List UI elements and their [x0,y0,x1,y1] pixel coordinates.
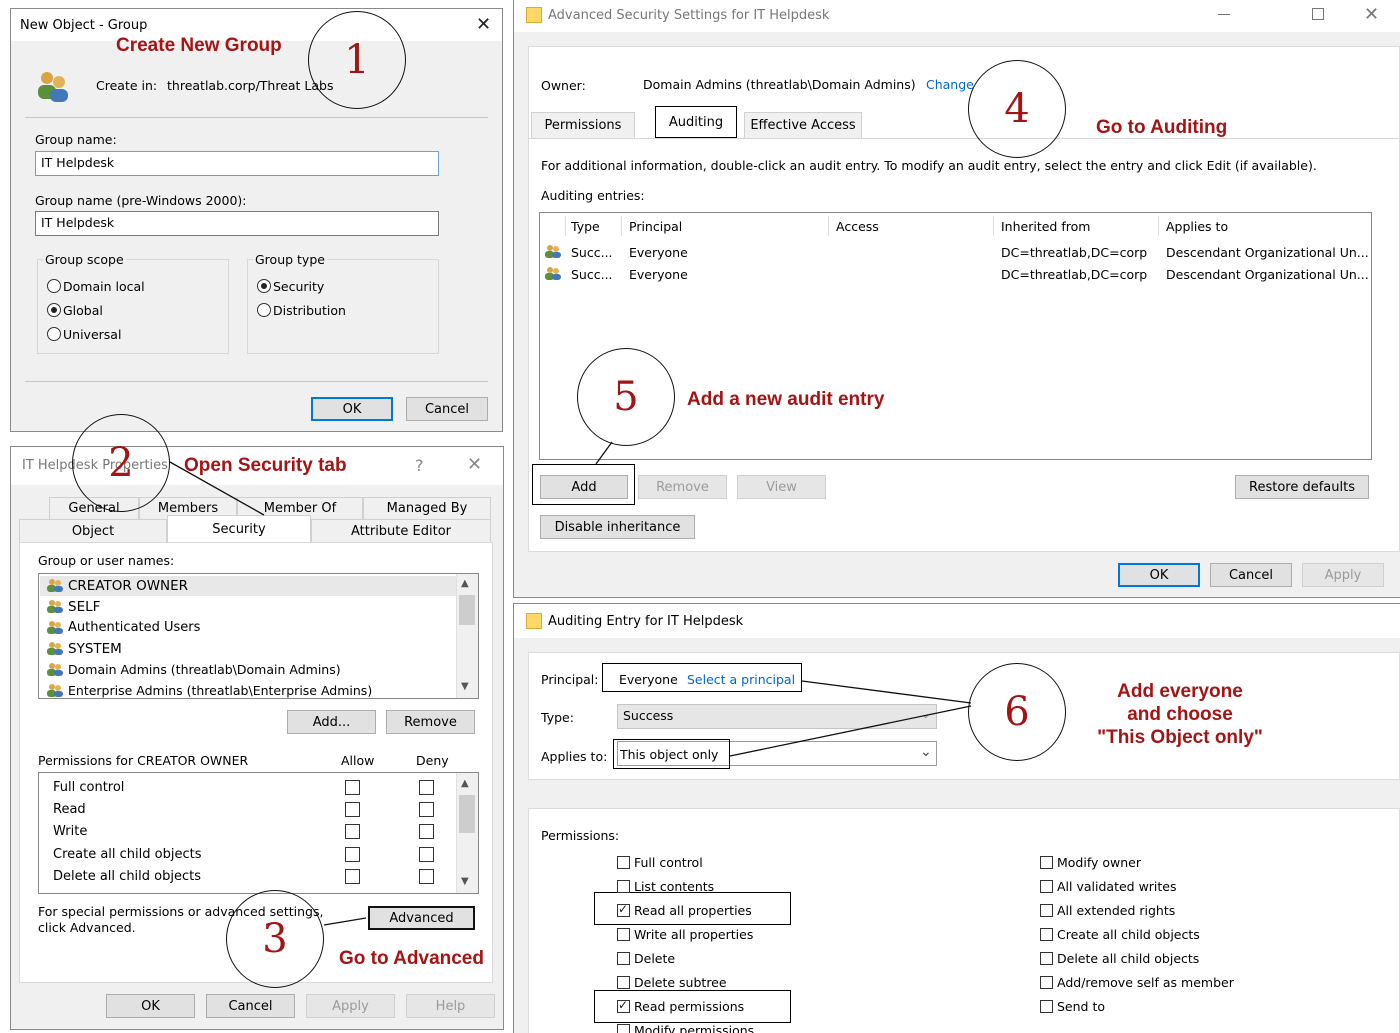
step-1-marker: 1 [308,11,406,109]
step-6-marker: 6 [968,663,1066,761]
step-6-caption-line-2: and choose [1127,704,1233,725]
step-5-caption: Add a new audit entry [687,389,885,410]
step-6-caption-line-1: Add everyone [1117,681,1243,702]
step-5-marker: 5 [577,348,675,446]
step-3-marker: 3 [226,890,324,988]
step-3-caption: Go to Advanced [339,948,484,969]
step-4-caption: Go to Auditing [1096,117,1228,138]
step-4-marker: 4 [968,60,1066,158]
step-2-marker: 2 [72,414,170,512]
step-2-caption: Open Security tab [184,455,347,476]
step-6-caption-line-3: "This Object only" [1097,727,1263,748]
annotation-connectors [169,441,972,926]
step-1-caption: Create New Group [116,35,282,56]
